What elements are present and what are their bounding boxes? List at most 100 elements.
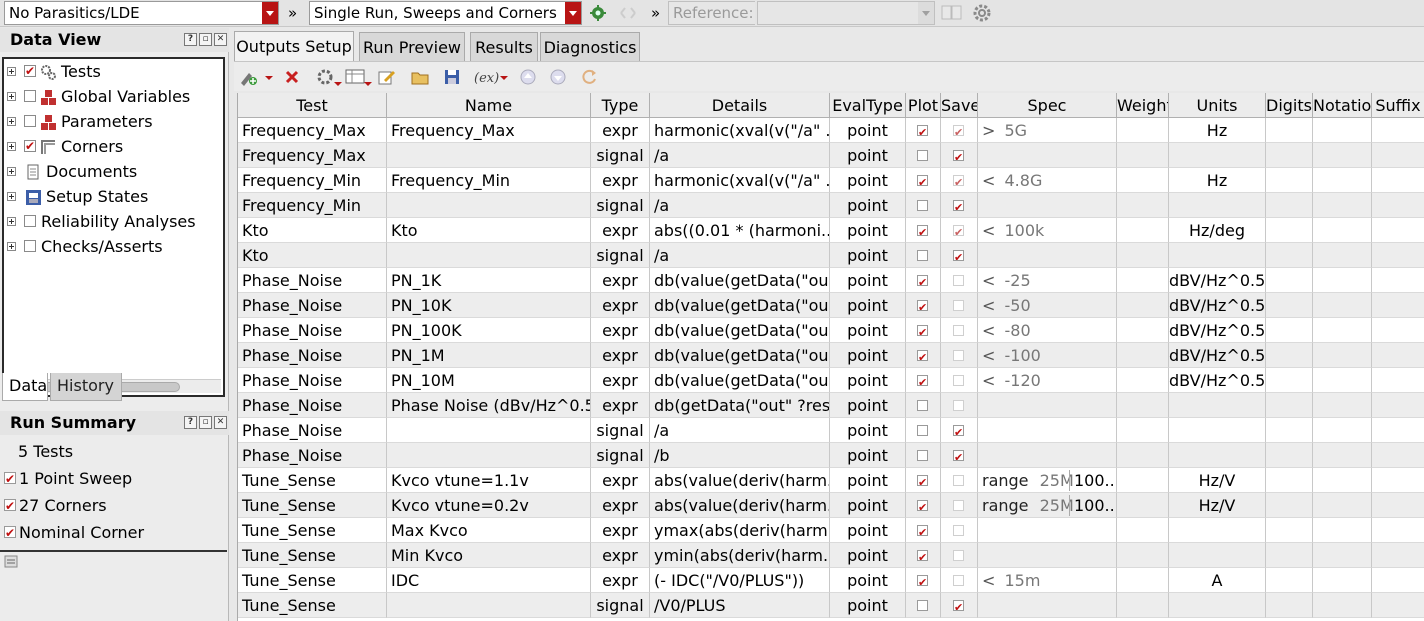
cell-plot[interactable] (906, 118, 941, 143)
cell-details[interactable]: db(getData("out" ?res... (650, 393, 830, 418)
cell-weight[interactable] (1117, 443, 1169, 468)
cell-suffix[interactable] (1372, 393, 1424, 418)
tree-checkbox[interactable] (24, 134, 36, 159)
cell-units[interactable]: Hz/V (1169, 493, 1266, 518)
cell-save[interactable] (941, 218, 978, 243)
cell-plot[interactable] (906, 293, 941, 318)
cell-spec[interactable] (978, 243, 1117, 268)
cell-notation[interactable] (1313, 593, 1372, 618)
cell-digits[interactable] (1266, 218, 1313, 243)
cell-suffix[interactable] (1372, 593, 1424, 618)
close-icon[interactable]: ✕ (214, 33, 227, 46)
cell-notation[interactable] (1313, 443, 1372, 468)
cell-suffix[interactable] (1372, 218, 1424, 243)
cell-notation[interactable] (1313, 118, 1372, 143)
cell-test[interactable]: Phase_Noise (238, 443, 387, 468)
gear-icon[interactable] (972, 3, 992, 23)
cell-test[interactable]: Tune_Sense (238, 468, 387, 493)
cell-save[interactable] (941, 143, 978, 168)
column-header-suffix[interactable]: Suffix (1372, 93, 1424, 118)
save-checkbox[interactable] (953, 120, 964, 142)
cell-plot[interactable] (906, 543, 941, 568)
cell-plot[interactable] (906, 468, 941, 493)
cell-digits[interactable] (1266, 368, 1313, 393)
run-settings-icon[interactable] (588, 3, 608, 23)
tree-item-setup-states[interactable]: Setup States (4, 184, 223, 209)
cell-name[interactable]: Frequency_Max (387, 118, 591, 143)
cell-suffix[interactable] (1372, 568, 1424, 593)
cell-name[interactable]: IDC (387, 568, 591, 593)
expand-icon[interactable] (7, 167, 16, 176)
save-checkbox[interactable] (953, 445, 964, 467)
cell-units[interactable] (1169, 443, 1266, 468)
compare-icon[interactable] (940, 3, 964, 23)
cell-details[interactable]: /b (650, 443, 830, 468)
cell-type[interactable]: expr (591, 218, 650, 243)
cell-suffix[interactable] (1372, 418, 1424, 443)
cell-digits[interactable] (1266, 518, 1313, 543)
expression-icon[interactable]: (ex) (472, 67, 508, 87)
chevron-down-icon[interactable] (565, 2, 581, 24)
cell-digits[interactable] (1266, 568, 1313, 593)
cell-weight[interactable] (1117, 493, 1169, 518)
cell-notation[interactable] (1313, 268, 1372, 293)
cell-weight[interactable] (1117, 118, 1169, 143)
cell-units[interactable]: Hz/deg (1169, 218, 1266, 243)
cell-notation[interactable] (1313, 518, 1372, 543)
cell-notation[interactable] (1313, 143, 1372, 168)
plot-checkbox[interactable] (917, 220, 928, 242)
cell-units[interactable]: dBV/Hz^0.5 (1169, 293, 1266, 318)
cell-evaltype[interactable]: point (830, 443, 906, 468)
cell-weight[interactable] (1117, 568, 1169, 593)
cell-test[interactable]: Frequency_Min (238, 193, 387, 218)
save-checkbox[interactable] (953, 420, 964, 442)
cell-digits[interactable] (1266, 268, 1313, 293)
open-folder-icon[interactable] (410, 67, 430, 87)
cell-name[interactable] (387, 443, 591, 468)
cell-evaltype[interactable]: point (830, 293, 906, 318)
plot-checkbox[interactable] (917, 200, 928, 211)
cell-evaltype[interactable]: point (830, 468, 906, 493)
cell-spec[interactable] (978, 193, 1117, 218)
save-checkbox[interactable] (953, 275, 964, 286)
save-checkbox[interactable] (953, 325, 964, 336)
plot-checkbox[interactable] (917, 150, 928, 161)
cell-type[interactable]: expr (591, 468, 650, 493)
cell-name[interactable] (387, 193, 591, 218)
cell-type[interactable]: expr (591, 543, 650, 568)
plot-checkbox[interactable] (917, 295, 928, 317)
cell-units[interactable]: Hz (1169, 118, 1266, 143)
table-row[interactable]: Phase_Noise PN_1K expr db(value(getData("ou… (238, 268, 1424, 293)
cell-name[interactable]: PN_10K (387, 293, 591, 318)
run-mode-select[interactable]: Single Run, Sweeps and Corners (309, 1, 582, 25)
cell-name[interactable] (387, 593, 591, 618)
cell-digits[interactable] (1266, 243, 1313, 268)
plot-checkbox[interactable] (917, 520, 928, 542)
cell-suffix[interactable] (1372, 168, 1424, 193)
cell-notation[interactable] (1313, 418, 1372, 443)
plot-checkbox[interactable] (917, 320, 928, 342)
cell-save[interactable] (941, 168, 978, 193)
cell-spec[interactable]: < 4.8G (978, 168, 1117, 193)
cell-test[interactable]: Phase_Noise (238, 393, 387, 418)
cell-spec[interactable]: > 5G (978, 118, 1117, 143)
save-checkbox[interactable] (953, 500, 964, 511)
column-header-units[interactable]: Units (1169, 93, 1266, 118)
table-row[interactable]: Phase_Noise PN_100K expr db(value(getData("… (238, 318, 1424, 343)
tree-item-reliability-analyses[interactable]: Reliability Analyses (4, 209, 223, 234)
cell-type[interactable]: expr (591, 293, 650, 318)
tree-checkbox[interactable] (24, 115, 36, 127)
cell-type[interactable]: expr (591, 518, 650, 543)
column-header-notation[interactable]: Notation (1313, 93, 1372, 118)
table-row[interactable]: Phase_Noise signal/a point (238, 418, 1424, 443)
cell-details[interactable]: harmonic(xval(v("/a" ... (650, 168, 830, 193)
table-row[interactable]: Tune_Sense Kvco vtune=0.2v expr abs(value(d… (238, 493, 1424, 518)
cell-plot[interactable] (906, 593, 941, 618)
column-header-digits[interactable]: Digits (1266, 93, 1313, 118)
cell-units[interactable]: dBV/Hz^0.5 (1169, 268, 1266, 293)
cell-units[interactable]: Hz/V (1169, 468, 1266, 493)
save-checkbox[interactable] (953, 575, 964, 586)
column-header-save[interactable]: Save (941, 93, 978, 118)
cell-units[interactable] (1169, 518, 1266, 543)
cell-name[interactable]: PN_1K (387, 268, 591, 293)
